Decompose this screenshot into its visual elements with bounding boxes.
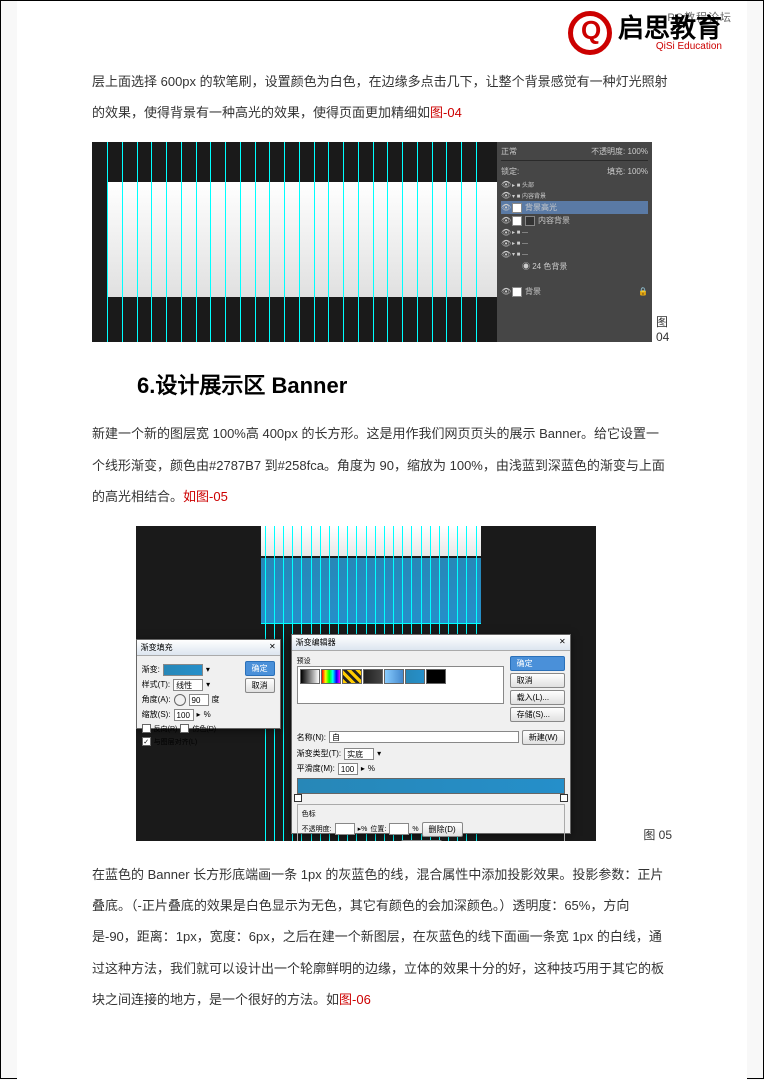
brand-logo: Q 启思教育 QiSi Education (568, 11, 722, 55)
ok-button[interactable]: 确定 (245, 661, 275, 676)
paragraph-intro: 层上面选择 600px 的软笔刷，设置颜色为白色，在边缘多点击几下，让整个背景感… (92, 66, 672, 128)
load-button[interactable]: 载入(L)... (510, 690, 565, 705)
ref-fig05: 如图-05 (183, 489, 228, 504)
fig04-caption: 图 04 (656, 313, 672, 344)
paragraph-banner: 新建一个新的图层宽 100%高 400px 的长方形。这是用作我们网页页头的展示… (92, 418, 672, 512)
save-button[interactable]: 存储(S)... (510, 707, 565, 722)
figure-05: 渐变填充✕ 确定 取消 渐变:▾ 样式(T):线性▾ 角度(A):90度 缩放(… (136, 526, 596, 841)
gradient-bar[interactable] (297, 778, 565, 794)
close-icon[interactable]: ✕ (269, 642, 276, 653)
ref-fig06: 图-06 (339, 992, 371, 1007)
fig05-caption: 图 05 (643, 826, 672, 843)
gradient-name-input[interactable]: 自 (329, 731, 519, 743)
section-title-6: 6.设计展示区 Banner (137, 368, 672, 400)
cancel-button[interactable]: 取消 (245, 678, 275, 693)
fig04-canvas (92, 142, 497, 342)
new-button[interactable]: 新建(W) (522, 730, 565, 745)
ok-button[interactable]: 确定 (510, 656, 565, 671)
logo-text-cn: 启思教育 (618, 15, 722, 41)
logo-icon: Q (568, 11, 612, 55)
layers-panel: 正常 不透明度: 100% 锁定: 填充: 100% 👁▸ ■ 头部 👁▾ ■ … (497, 142, 652, 342)
figure-04: 正常 不透明度: 100% 锁定: 填充: 100% 👁▸ ■ 头部 👁▾ ■ … (92, 142, 652, 342)
ref-fig04: 图-04 (430, 105, 462, 120)
gradient-editor-dialog: 渐变编辑器✕ 预设 (291, 634, 571, 834)
gradient-presets[interactable] (297, 666, 504, 704)
close-icon[interactable]: ✕ (559, 637, 566, 648)
gradient-fill-dialog: 渐变填充✕ 确定 取消 渐变:▾ 样式(T):线性▾ 角度(A):90度 缩放(… (136, 639, 281, 729)
blend-mode: 正常 (501, 146, 517, 157)
paragraph-line-effect: 在蓝色的 Banner 长方形底端画一条 1px 的灰蓝色的线，混合属性中添加投… (92, 859, 672, 1015)
cancel-button[interactable]: 取消 (510, 673, 565, 688)
